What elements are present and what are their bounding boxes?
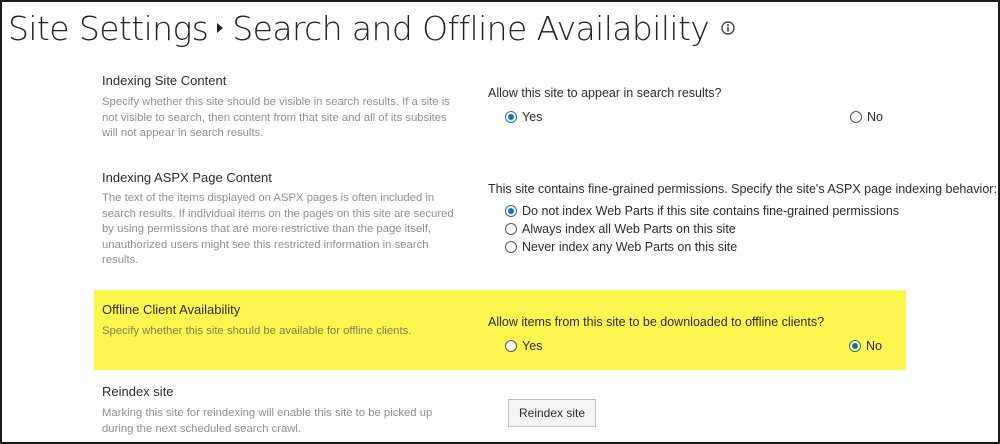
offline-client-availability-section: Offline Client Availability Specify whet…: [94, 290, 906, 370]
section-description: Specify whether this site should be avai…: [102, 325, 412, 337]
page-title: Site Settings Search and Offline Availab…: [8, 4, 735, 52]
option-label: No: [866, 339, 882, 353]
search-visibility-question: Allow this site to appear in search resu…: [488, 86, 722, 100]
option-label: Always index all Web Parts on this site: [522, 222, 736, 236]
section-title: Indexing Site Content: [102, 73, 227, 88]
aspx-always-index-option[interactable]: Always index all Web Parts on this site: [505, 222, 736, 236]
chevron-right-icon: [208, 4, 232, 52]
radio-selected-icon[interactable]: [505, 205, 517, 217]
aspx-do-not-index-option[interactable]: Do not index Web Parts if this site cont…: [505, 204, 899, 218]
breadcrumb-parent-link[interactable]: Site Settings: [8, 9, 209, 48]
option-label: Never index any Web Parts on this site: [522, 240, 738, 254]
offline-download-question: Allow items from this site to be downloa…: [488, 315, 825, 329]
section-description: Specify whether this site should be visi…: [102, 96, 450, 139]
option-label: Yes: [522, 110, 543, 124]
search-visibility-yes-option[interactable]: Yes: [505, 110, 542, 124]
offline-no-option[interactable]: No: [849, 339, 882, 353]
option-label: Yes: [522, 339, 543, 353]
radio-unselected-icon[interactable]: [850, 111, 862, 123]
section-title: Indexing ASPX Page Content: [102, 170, 272, 185]
search-visibility-no-option[interactable]: No: [850, 110, 883, 124]
section-title: Reindex site: [102, 384, 174, 399]
option-label: Do not index Web Parts if this site cont…: [522, 204, 900, 218]
indexing-aspx-section: Indexing ASPX Page Content The text of t…: [94, 160, 997, 272]
info-icon[interactable]: [721, 21, 735, 35]
radio-unselected-icon[interactable]: [505, 223, 517, 235]
option-label: No: [867, 110, 883, 124]
aspx-never-index-option[interactable]: Never index any Web Parts on this site: [505, 240, 737, 254]
section-title: Offline Client Availability: [102, 302, 241, 317]
radio-unselected-icon[interactable]: [505, 340, 517, 352]
reindex-site-button[interactable]: Reindex site: [508, 399, 597, 427]
radio-selected-icon[interactable]: [849, 340, 861, 352]
section-description: The text of the items displayed on ASPX …: [102, 192, 454, 266]
radio-selected-icon[interactable]: [505, 111, 517, 123]
offline-yes-option[interactable]: Yes: [505, 339, 542, 353]
aspx-indexing-question: This site contains fine-grained permissi…: [488, 182, 997, 196]
breadcrumb-current: Search and Offline Availability: [232, 8, 710, 48]
section-description: Marking this site for reindexing will en…: [102, 407, 433, 435]
indexing-site-content-section: Indexing Site Content Specify whether th…: [94, 66, 906, 150]
reindex-site-section: Reindex site Marking this site for reind…: [94, 378, 906, 442]
radio-unselected-icon[interactable]: [505, 241, 517, 253]
